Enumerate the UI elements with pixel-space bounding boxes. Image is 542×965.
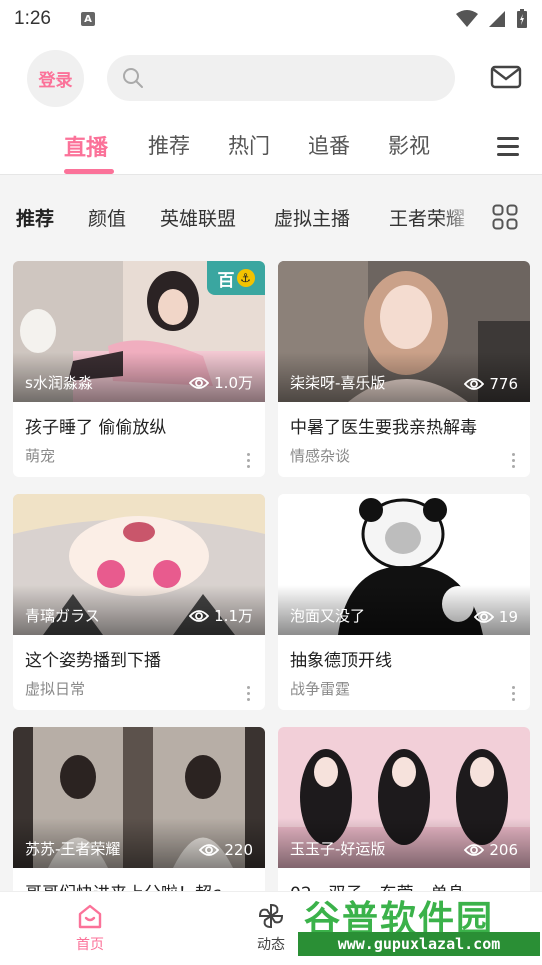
more-icon[interactable] — [247, 453, 251, 469]
stream-title: 这个姿势播到下播 — [25, 651, 161, 671]
view-count: 776 — [464, 375, 518, 393]
view-count: 19 — [473, 608, 518, 626]
status-time: 1:26 — [14, 8, 51, 29]
nav-dynamic-label: 动态 — [257, 937, 285, 953]
category-recommend[interactable]: 推荐 — [16, 204, 54, 231]
home-icon — [78, 904, 102, 929]
search-icon — [123, 68, 143, 88]
stream-thumbnail: 柒柒呀-喜乐版 776 — [278, 261, 530, 402]
grid-icon[interactable] — [484, 198, 526, 236]
active-tab-indicator — [64, 169, 114, 174]
login-button[interactable]: 登录 — [27, 50, 84, 107]
stream-category: 萌宠 — [25, 447, 56, 465]
menu-icon[interactable] — [497, 135, 519, 157]
stream-card[interactable]: 青璃ガラス 1.1万 这个姿势播到下播 虚拟日常 — [13, 494, 265, 710]
eye-icon — [199, 844, 220, 856]
status-bar: 1:26 A — [0, 0, 542, 38]
tab-hot[interactable]: 热门 — [228, 130, 270, 160]
signal-icon — [489, 11, 505, 27]
category-row: 推荐 颜值 英雄联盟 虚拟主播 王者荣耀 — [0, 176, 542, 256]
notification-icon: A — [80, 12, 95, 26]
tab-live[interactable]: 直播 — [64, 130, 108, 162]
nav-home-label: 首页 — [76, 937, 104, 953]
stream-thumbnail: 百 ⚓ s水润淼淼 1.0万 — [13, 261, 265, 402]
tab-movies[interactable]: 影视 — [388, 130, 430, 160]
search-bar[interactable] — [107, 55, 455, 101]
stream-title: 中暑了医生要我亲热解毒 — [290, 418, 477, 438]
anchor-icon: ⚓ — [236, 269, 255, 287]
status-icons — [456, 9, 528, 29]
streamer-name: 柒柒呀-喜乐版 — [290, 374, 386, 392]
stream-thumbnail: 玉玉子-好运版 206 — [278, 727, 530, 868]
stream-card[interactable]: 柒柒呀-喜乐版 776 中暑了医生要我亲热解毒 情感杂谈 — [278, 261, 530, 477]
watermark-url: www.gupuxlazal.com — [298, 932, 540, 956]
event-badge: 百 ⚓ — [207, 261, 265, 295]
stream-title: 孩子睡了 偷偷放纵 — [25, 418, 167, 438]
nav-home[interactable]: 首页 — [50, 902, 130, 954]
eye-icon — [189, 609, 210, 622]
category-lol[interactable]: 英雄联盟 — [160, 204, 236, 231]
mail-icon[interactable] — [490, 65, 522, 89]
eye-icon — [189, 376, 210, 389]
stream-thumbnail: 青璃ガラス 1.1万 — [13, 494, 265, 635]
view-count-value: 19 — [498, 608, 518, 626]
stream-category: 情感杂谈 — [290, 447, 351, 465]
top-header: 登录 — [0, 38, 542, 120]
view-count: 1.0万 — [189, 372, 253, 393]
battery-icon — [517, 9, 527, 28]
view-count-value: 776 — [489, 375, 518, 393]
stream-thumbnail: 泡面又没了 19 — [278, 494, 530, 635]
streamer-name: 泡面又没了 — [290, 607, 366, 625]
category-looks[interactable]: 颜值 — [88, 204, 126, 231]
stream-card[interactable]: 百 ⚓ s水润淼淼 1.0万 孩子睡了 偷偷放纵 萌宠 — [13, 261, 265, 477]
stream-card[interactable]: 泡面又没了 19 抽象德顶开线 战争雷霆 — [278, 494, 530, 710]
more-icon[interactable] — [512, 686, 516, 702]
tab-recommend[interactable]: 推荐 — [148, 130, 190, 160]
eye-icon — [464, 378, 485, 390]
view-count-value: 1.0万 — [214, 374, 253, 392]
search-input[interactable] — [153, 55, 443, 101]
watermark-logo: 谷普软件园 www.gupuxlazal.com — [296, 888, 542, 960]
view-count-value: 206 — [489, 841, 518, 859]
stream-title: 抽象德顶开线 — [290, 651, 392, 671]
wifi-icon — [456, 10, 478, 27]
streamer-name: s水润淼淼 — [25, 374, 93, 392]
app-screen: 1:26 A 登录 直播 推荐 热门 追番 影视 推荐 颜值 英雄联盟 虚拟主播… — [0, 0, 542, 965]
pinwheel-icon — [258, 903, 284, 929]
more-icon[interactable] — [512, 453, 516, 469]
view-count: 220 — [199, 841, 253, 859]
more-icon[interactable] — [247, 686, 251, 702]
view-count: 206 — [464, 841, 518, 859]
view-count: 1.1万 — [189, 605, 253, 626]
main-tab-bar: 直播 推荐 热门 追番 影视 — [0, 120, 542, 175]
badge-label: 百 — [217, 270, 235, 291]
eye-icon — [464, 844, 485, 856]
category-vtuber[interactable]: 虚拟主播 — [274, 204, 350, 231]
view-count-value: 1.1万 — [214, 607, 253, 625]
eye-icon — [473, 611, 494, 623]
stream-category: 战争雷霆 — [290, 680, 351, 698]
stream-category: 虚拟日常 — [25, 680, 86, 698]
streamer-name: 苏苏-王者荣耀 — [25, 840, 121, 858]
streamer-name: 玉玉子-好运版 — [290, 840, 386, 858]
stream-thumbnail: 苏苏-王者荣耀 220 — [13, 727, 265, 868]
streamer-name: 青璃ガラス — [25, 607, 100, 625]
view-count-value: 220 — [224, 841, 253, 859]
tab-anime[interactable]: 追番 — [308, 130, 350, 160]
category-fade — [440, 176, 480, 256]
